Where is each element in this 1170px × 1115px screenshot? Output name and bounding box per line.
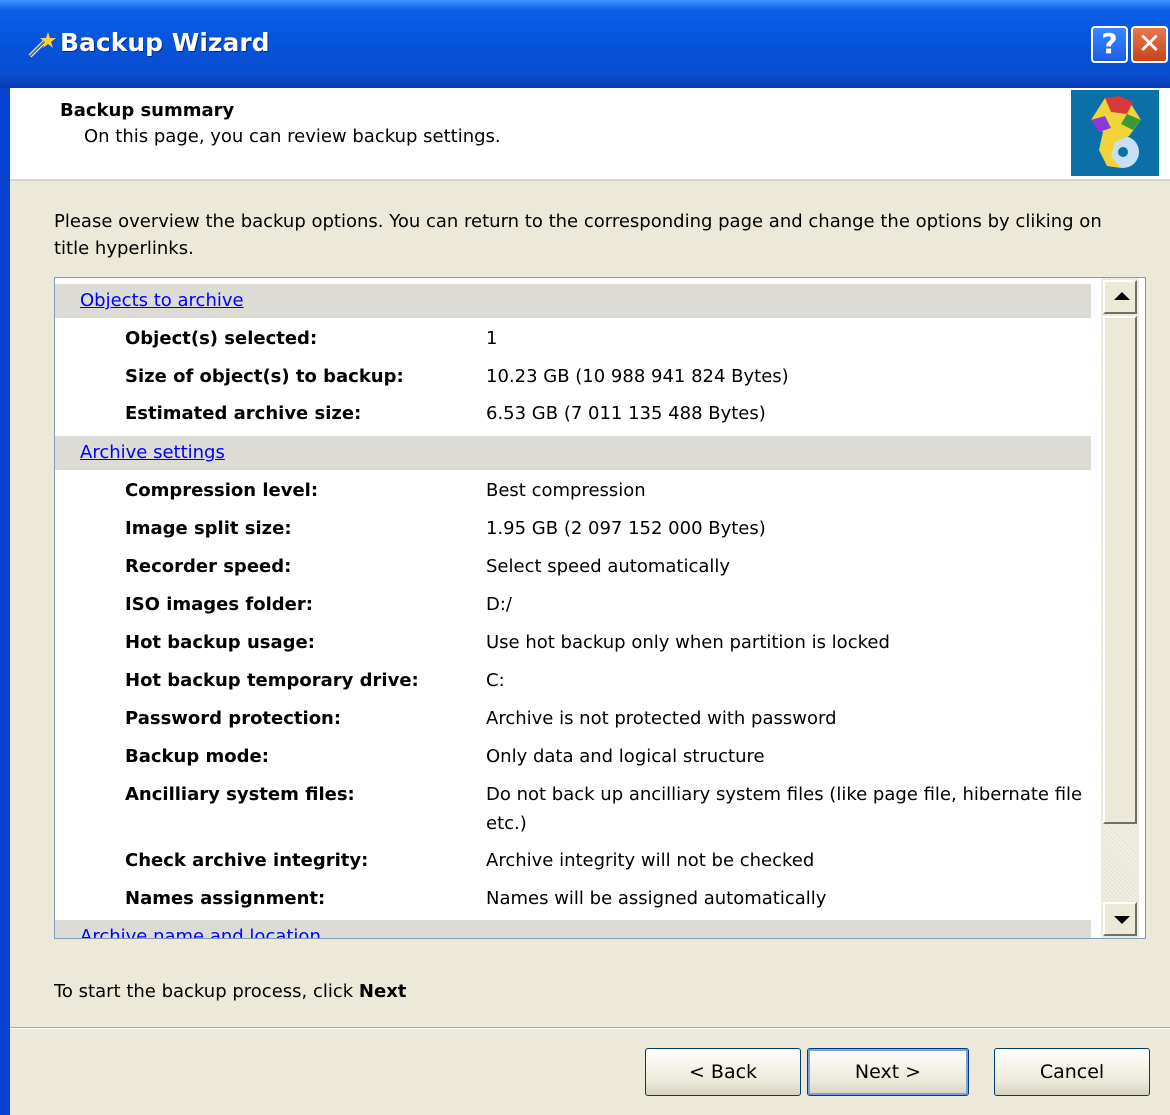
row-value: Archive integrity will not be checked [486, 850, 815, 871]
vertical-scrollbar[interactable] [1101, 278, 1139, 938]
summary-panel[interactable]: Objects to archive Object(s) selected: 1… [54, 277, 1146, 939]
row-value: 6.53 GB (7 011 135 488 Bytes) [486, 403, 766, 424]
row-label: Recorder speed: [125, 556, 292, 577]
footer-prefix: To start the backup process, click [54, 981, 359, 1002]
help-button[interactable]: ? [1091, 26, 1128, 63]
row-value: Names will be assigned automatically [486, 888, 827, 909]
row-label: Hot backup usage: [125, 632, 315, 653]
window-frame [0, 88, 10, 1115]
row-label: Ancilliary system files: [125, 784, 355, 805]
scroll-thumb[interactable] [1103, 316, 1137, 824]
row-value: Do not back up ancilliary system files (… [486, 784, 1083, 834]
row-value: D:/ [486, 594, 512, 615]
close-button[interactable]: ✕ [1131, 26, 1168, 63]
help-icon: ? [1101, 27, 1118, 60]
back-button[interactable]: < Back [645, 1048, 801, 1096]
row-value: 10.23 GB (10 988 941 824 Bytes) [486, 366, 789, 387]
row-label: Estimated archive size: [125, 403, 362, 424]
objects-to-archive-link[interactable]: Objects to archive [80, 290, 244, 311]
cancel-button[interactable]: Cancel [994, 1048, 1150, 1096]
row-value: Archive is not protected with password [486, 708, 837, 729]
section-header: Archive settings [55, 436, 1091, 470]
page-subtitle: On this page, you can review backup sett… [84, 126, 501, 147]
page-title: Backup summary [60, 100, 235, 121]
backup-logo-icon [1071, 90, 1159, 176]
row-value: C: [486, 670, 505, 691]
row-value: Use hot backup only when partition is lo… [486, 632, 890, 653]
wand-icon [28, 32, 56, 58]
row-label: Object(s) selected: [125, 328, 318, 349]
wizard-body: Please overview the backup options. You … [10, 181, 1170, 1115]
row-value: 1 [486, 328, 498, 349]
next-button[interactable]: Next > [807, 1048, 969, 1096]
archive-name-location-link[interactable]: Archive name and location [80, 926, 321, 938]
scroll-up-button[interactable] [1103, 280, 1137, 314]
row-value: Best compression [486, 480, 646, 501]
section-header: Archive name and location [55, 920, 1091, 938]
archive-settings-link[interactable]: Archive settings [80, 442, 225, 463]
row-label: Size of object(s) to backup: [125, 366, 404, 387]
scroll-down-button[interactable] [1103, 902, 1137, 936]
close-icon: ✕ [1137, 27, 1162, 60]
row-value: Only data and logical structure [486, 746, 765, 767]
arrow-down-icon [1114, 916, 1130, 924]
row-label: Check archive integrity: [125, 850, 369, 871]
row-label: Password protection: [125, 708, 342, 729]
wizard-header: Backup summary On this page, you can rev… [10, 88, 1170, 181]
section-header: Objects to archive [55, 284, 1091, 318]
row-label: Hot backup temporary drive: [125, 670, 419, 691]
row-label: ISO images folder: [125, 594, 313, 615]
row-label: Names assignment: [125, 888, 326, 909]
separator [10, 1027, 1170, 1029]
backup-wizard-window: Backup Wizard ? ✕ Backup summary On this… [0, 0, 1170, 1115]
row-label: Backup mode: [125, 746, 269, 767]
row-value: 1.95 GB (2 097 152 000 Bytes) [486, 518, 766, 539]
footer-next-word: Next [358, 981, 407, 1002]
row-label: Image split size: [125, 518, 292, 539]
footer-instruction: To start the backup process, click Next [54, 981, 406, 1002]
summary-content: Objects to archive Object(s) selected: 1… [55, 278, 1101, 938]
row-label: Compression level: [125, 480, 319, 501]
title-bar[interactable]: Backup Wizard ? ✕ [0, 0, 1170, 88]
arrow-up-icon [1114, 292, 1130, 300]
window-title: Backup Wizard [60, 28, 270, 57]
intro-text: Please overview the backup options. You … [54, 211, 1102, 259]
row-value: Select speed automatically [486, 556, 731, 577]
